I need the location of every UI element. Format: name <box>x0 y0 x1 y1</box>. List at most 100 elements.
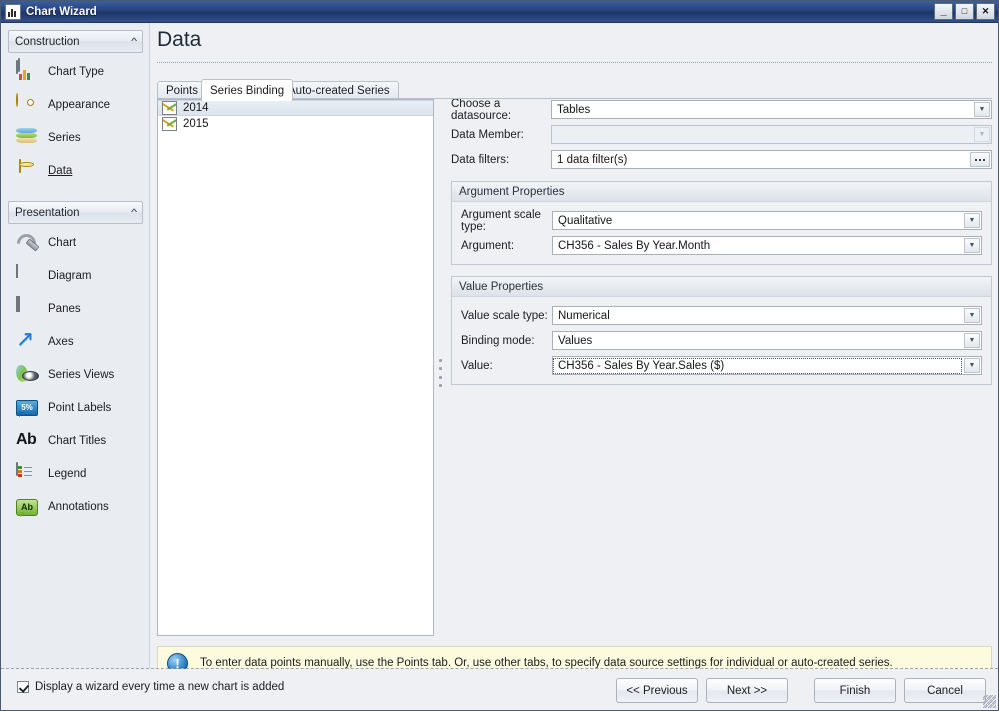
sidebar-item-annotations[interactable]: Ab Annotations <box>2 490 149 523</box>
data-member-row: Data Member: ▼ <box>451 124 992 145</box>
argument-scale-type-value: Qualitative <box>558 214 613 227</box>
diagram-icon <box>16 263 38 287</box>
sidebar-list-construction: Chart Type Appearance Series Data <box>2 55 149 187</box>
sidebar-item-data[interactable]: Data <box>2 154 149 187</box>
sidebar-item-annotations-label: Annotations <box>48 500 109 513</box>
data-member-select: ▼ <box>551 125 992 144</box>
annotations-icon: Ab <box>16 496 38 518</box>
list-item[interactable]: 2014 <box>158 100 433 116</box>
cancel-button[interactable]: Cancel <box>904 678 986 703</box>
finish-button[interactable]: Finish <box>814 678 896 703</box>
argument-row: Argument: CH356 - Sales By Year.Month ▼ <box>461 235 982 256</box>
sidebar-item-chart-type-label: Chart Type <box>48 65 105 78</box>
datasource-select[interactable]: Tables ▼ <box>551 100 992 119</box>
list-item[interactable]: 2015 <box>158 116 433 132</box>
checkbox-icon[interactable] <box>17 681 29 693</box>
previous-button-label: << Previous <box>626 684 688 697</box>
close-button[interactable]: ✕ <box>976 3 995 20</box>
sidebar-item-chart-titles[interactable]: Ab Chart Titles <box>2 424 149 457</box>
content-area: Data Points Series Binding Auto-created … <box>151 23 998 680</box>
sidebar-item-series[interactable]: Series <box>2 121 149 154</box>
sidebar-group-construction-label: Construction <box>15 35 80 48</box>
sidebar-item-series-label: Series <box>48 131 81 144</box>
series-views-icon <box>16 364 38 386</box>
series-list[interactable]: 2014 2015 <box>157 99 434 636</box>
sidebar-item-panes-label: Panes <box>48 302 81 315</box>
sidebar-list-presentation: Chart Diagram Panes Axes Series Views 5%… <box>2 226 149 523</box>
sidebar-item-legend-label: Legend <box>48 467 87 480</box>
value-properties-body: Value scale type: Numerical ▼ Binding mo… <box>452 297 991 384</box>
list-item-label: 2014 <box>183 102 209 114</box>
value-value: CH356 - Sales By Year.Sales ($) <box>553 357 962 374</box>
sidebar-group-presentation[interactable]: Presentation ^ <box>8 201 143 224</box>
tab-series-binding-label: Series Binding <box>210 84 285 97</box>
argument-select[interactable]: CH356 - Sales By Year.Month ▼ <box>552 236 982 255</box>
minimize-button[interactable]: _ <box>934 3 953 20</box>
binding-mode-row: Binding mode: Values ▼ <box>461 330 982 351</box>
value-properties-group: Value Properties Value scale type: Numer… <box>451 276 992 385</box>
value-select[interactable]: CH356 - Sales By Year.Sales ($) ▼ <box>552 356 982 375</box>
sidebar-group-presentation-label: Presentation <box>15 206 80 219</box>
argument-properties-title: Argument Properties <box>452 182 991 202</box>
maximize-icon: □ <box>961 6 968 16</box>
footer: Display a wizard every time a new chart … <box>1 669 998 710</box>
binding-mode-label: Binding mode: <box>461 334 535 347</box>
data-filters-value: 1 data filter(s) <box>557 153 628 166</box>
panes-icon <box>16 295 38 320</box>
value-row: Value: CH356 - Sales By Year.Sales ($) ▼ <box>461 355 982 376</box>
value-scale-type-value: Numerical <box>558 309 610 322</box>
argument-value: CH356 - Sales By Year.Month <box>558 239 711 252</box>
chart-type-icon <box>16 59 38 83</box>
previous-button[interactable]: << Previous <box>616 678 698 703</box>
sidebar-item-legend[interactable]: Legend <box>2 457 149 490</box>
sidebar-item-chart-titles-label: Chart Titles <box>48 434 107 447</box>
title-divider <box>157 62 992 63</box>
point-labels-icon: 5% <box>16 397 38 419</box>
tab-series-binding[interactable]: Series Binding <box>201 79 294 101</box>
sidebar-item-panes[interactable]: Panes <box>2 292 149 325</box>
display-wizard-checkbox[interactable]: Display a wizard every time a new chart … <box>17 681 284 693</box>
appearance-icon <box>16 92 38 116</box>
sidebar-item-series-views-label: Series Views <box>48 368 115 381</box>
chevron-down-icon[interactable]: ▼ <box>964 238 980 253</box>
chart-titles-icon: Ab <box>16 430 37 448</box>
value-scale-type-select[interactable]: Numerical ▼ <box>552 306 982 325</box>
close-icon: ✕ <box>981 6 990 16</box>
title-bar: Chart Wizard _ □ ✕ <box>1 1 998 23</box>
panel-splitter[interactable] <box>437 359 443 387</box>
binding-form: Choose a datasource: Tables ▼ Data Membe… <box>451 98 992 385</box>
sidebar-item-chart-type[interactable]: Chart Type <box>2 55 149 88</box>
series-item-icon <box>162 101 177 115</box>
sidebar-item-appearance-label: Appearance <box>48 98 111 111</box>
resize-grip[interactable] <box>983 695 996 708</box>
sidebar-item-point-labels[interactable]: 5% Point Labels <box>2 391 149 424</box>
sidebar-item-series-views[interactable]: Series Views <box>2 358 149 391</box>
sidebar-item-diagram[interactable]: Diagram <box>2 259 149 292</box>
sidebar-item-appearance[interactable]: Appearance <box>2 88 149 121</box>
sidebar: Construction ^ Chart Type Appearance Ser… <box>2 23 150 668</box>
data-icon <box>16 158 38 182</box>
minimize-icon: _ <box>940 5 947 17</box>
value-label: Value: <box>461 359 493 372</box>
data-filters-row: Data filters: 1 data filter(s) <box>451 149 992 170</box>
sidebar-item-chart[interactable]: Chart <box>2 226 149 259</box>
chevron-down-icon[interactable]: ▼ <box>964 333 980 348</box>
data-filters-label: Data filters: <box>451 153 510 166</box>
data-filters-field[interactable]: 1 data filter(s) <box>551 150 992 169</box>
chevron-down-icon[interactable]: ▼ <box>964 308 980 323</box>
chevron-down-icon[interactable]: ▼ <box>964 213 980 228</box>
tab-points-label: Points <box>166 85 198 97</box>
ellipsis-button[interactable] <box>970 152 990 167</box>
sidebar-item-axes[interactable]: Axes <box>2 325 149 358</box>
chevron-down-icon[interactable]: ▼ <box>964 358 980 373</box>
legend-icon <box>16 461 38 485</box>
argument-scale-type-select[interactable]: Qualitative ▼ <box>552 211 982 230</box>
binding-mode-select[interactable]: Values ▼ <box>552 331 982 350</box>
maximize-button[interactable]: □ <box>955 3 974 20</box>
sidebar-group-construction[interactable]: Construction ^ <box>8 30 143 53</box>
wrench-icon <box>16 232 38 254</box>
value-scale-type-row: Value scale type: Numerical ▼ <box>461 305 982 326</box>
window-title: Chart Wizard <box>26 5 97 18</box>
next-button[interactable]: Next >> <box>706 678 788 703</box>
chevron-down-icon[interactable]: ▼ <box>974 102 990 117</box>
